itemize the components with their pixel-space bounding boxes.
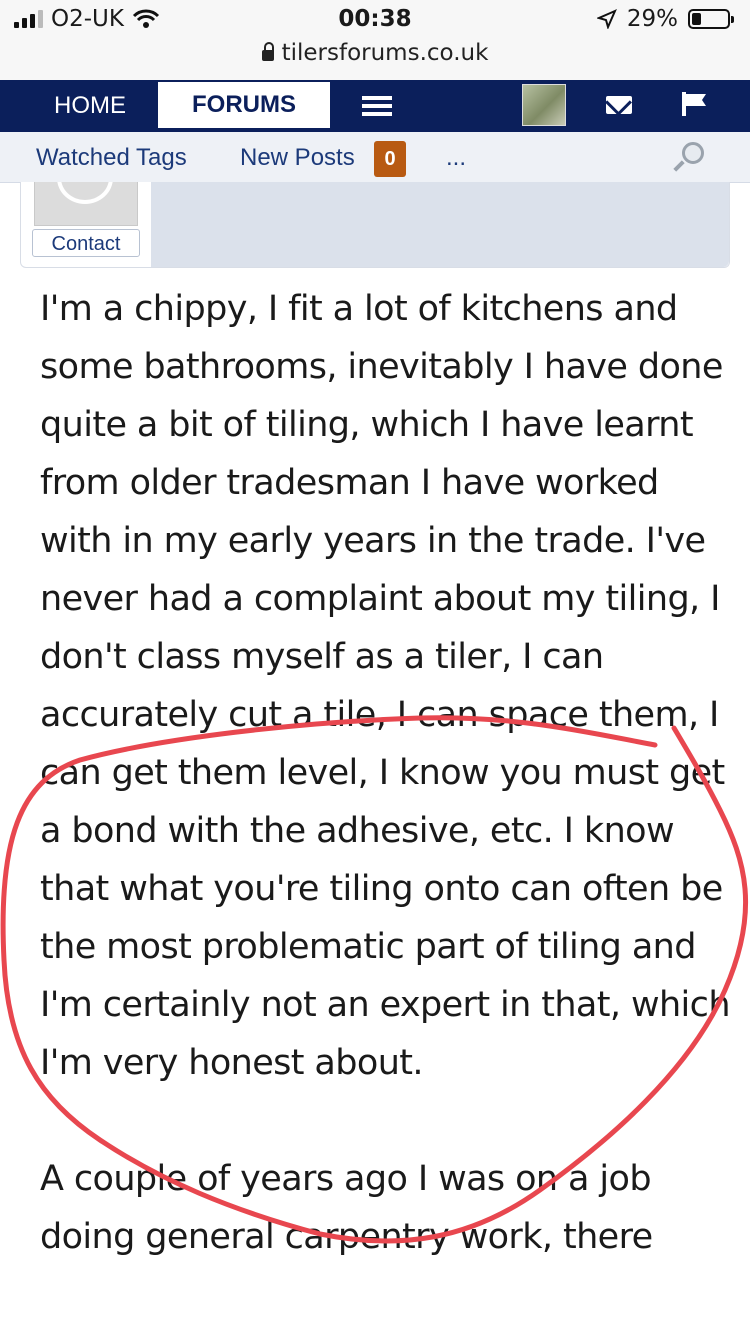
new-posts-link[interactable]: New Posts — [240, 132, 355, 182]
status-bar: O2-UK 00:38 29% tilersforums.co.uk — [0, 0, 750, 80]
lock-icon — [261, 42, 274, 61]
battery-percent: 29% — [626, 6, 678, 32]
url-text: tilersforums.co.uk — [281, 40, 489, 66]
more-link[interactable]: ... — [446, 132, 466, 182]
mail-icon[interactable] — [606, 96, 632, 114]
search-icon[interactable] — [682, 142, 704, 164]
flag-icon[interactable] — [682, 92, 708, 116]
poster-avatar[interactable] — [34, 182, 138, 226]
address-bar[interactable]: tilersforums.co.uk — [0, 40, 750, 66]
post-paragraph: A couple of years ago I was on a job doi… — [40, 1159, 653, 1257]
new-posts-count-badge[interactable]: 0 — [374, 141, 406, 177]
post-paragraph: I'm a chippy, I fit a lot of kitchens an… — [40, 289, 731, 1083]
location-arrow-icon — [596, 9, 617, 29]
nav-home-tab[interactable]: HOME — [30, 80, 150, 132]
post-header-band — [151, 182, 729, 267]
battery-icon — [688, 9, 734, 29]
user-avatar-nav[interactable] — [522, 84, 566, 126]
status-right: 29% — [596, 6, 734, 32]
main-nav: HOME FORUMS — [0, 80, 750, 132]
watched-tags-link[interactable]: Watched Tags — [36, 132, 187, 182]
menu-icon[interactable] — [362, 96, 392, 116]
contact-button[interactable]: Contact — [32, 229, 140, 257]
nav-forums-tab[interactable]: FORUMS — [158, 82, 330, 128]
post-body: I'm a chippy, I fit a lot of kitchens an… — [40, 280, 731, 1324]
